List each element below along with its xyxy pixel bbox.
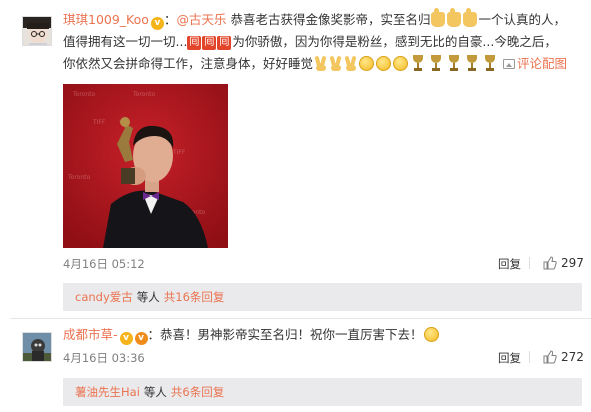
subreply-user[interactable]: 薯油先生Hai xyxy=(75,385,140,399)
svg-text:TIFF: TIFF xyxy=(92,119,106,126)
grin-emoji-icon xyxy=(393,56,409,71)
subreply-more-link[interactable]: 共6条回复 xyxy=(171,385,224,399)
victory-emoji-icon xyxy=(329,55,342,71)
subreply-more-link[interactable]: 共16条回复 xyxy=(164,290,225,304)
hui-emoji-icon: 囘 xyxy=(187,36,202,50)
grin-emoji-icon xyxy=(376,56,392,71)
comment-text: 琪琪1009_Koo v ：@古天乐 恭喜老古获得金像奖影帝，实至名归 一个认真的人，… xyxy=(63,8,568,71)
mention-link[interactable]: @古天乐 xyxy=(176,12,226,27)
comment-body: 恭喜！男神影帝实至名归！祝你一直厉害下去！ xyxy=(160,327,423,342)
trophy-emoji-icon xyxy=(483,55,497,71)
trophy-emoji-icon xyxy=(429,55,443,71)
subreply-summary[interactable]: candy爱古 等人 共16条回复 xyxy=(63,283,582,311)
trophy-emoji-icon xyxy=(465,55,479,71)
comment-item: 琪琪1009_Koo v ：@古天乐 恭喜老古获得金像奖影帝，实至名归 一个认真的人，… xyxy=(0,0,591,311)
subreply-summary[interactable]: 薯油先生Hai 等人 共6条回复 xyxy=(63,378,582,406)
reply-button[interactable]: 回复 xyxy=(498,256,521,272)
v-badge-icon: v xyxy=(119,332,133,345)
svg-text:Toronto: Toronto xyxy=(72,91,95,98)
thumbs-up-icon[interactable] xyxy=(543,256,557,270)
trophy-emoji-icon xyxy=(411,55,425,71)
thumbs-up-emoji-icon xyxy=(463,8,478,27)
v-badge-icon: v xyxy=(150,17,164,30)
sweat-emoji-icon xyxy=(423,327,439,342)
comment-date: 4月16日 03:36 xyxy=(63,351,145,365)
trophy-emoji-icon xyxy=(447,55,461,71)
divider xyxy=(529,257,530,269)
avatar[interactable] xyxy=(22,332,52,362)
thumbs-up-emoji-icon xyxy=(447,8,462,27)
hui-emoji-icon: 囘 xyxy=(202,36,217,50)
comment-date: 4月16日 05:12 xyxy=(63,257,145,271)
hui-emoji-icon: 囘 xyxy=(217,36,232,50)
comment-meta: 4月16日 05:12 回复 297 xyxy=(63,256,584,272)
svg-text:Toronto: Toronto xyxy=(67,174,90,181)
comment-username[interactable]: 琪琪1009_Koo xyxy=(63,12,149,27)
reply-button[interactable]: 回复 xyxy=(498,350,521,366)
grin-emoji-icon xyxy=(359,56,375,71)
subreply-etc: 等人 xyxy=(136,290,160,304)
comment-meta: 4月16日 03:36 回复 272 xyxy=(63,350,584,366)
avatar[interactable] xyxy=(22,16,52,46)
comment-item: 成都市草-v v ：恭喜！男神影帝实至名归！祝你一直厉害下去！ 4月16日 03:3… xyxy=(0,320,591,412)
comment-body: 恭喜老古获得金像奖影帝，实至名归 xyxy=(230,12,431,27)
thumbs-up-emoji-icon xyxy=(431,8,446,27)
comment-username[interactable]: 成都市草- xyxy=(63,327,118,342)
like-count: 272 xyxy=(561,350,584,364)
like-count: 297 xyxy=(561,256,584,270)
divider xyxy=(529,351,530,363)
comment-text: 成都市草-v v ：恭喜！男神影帝实至名归！祝你一直厉害下去！ xyxy=(63,324,568,346)
victory-emoji-icon xyxy=(314,55,327,71)
victory-emoji-icon xyxy=(344,55,357,71)
subreply-user[interactable]: candy爱古 xyxy=(75,290,133,304)
v-badge-icon: v xyxy=(134,332,148,345)
subreply-etc: 等人 xyxy=(143,385,167,399)
thumbs-up-icon[interactable] xyxy=(543,350,557,364)
svg-text:Toronto: Toronto xyxy=(132,91,155,98)
comment-divider xyxy=(10,318,591,319)
picture-icon xyxy=(503,59,516,69)
comment-picture-link[interactable]: 评论配图 xyxy=(517,56,567,71)
comment-photo[interactable]: Toronto Toronto TIFF TIFF Toronto Toronto xyxy=(63,84,228,248)
svg-text:TIFF: TIFF xyxy=(172,149,186,156)
